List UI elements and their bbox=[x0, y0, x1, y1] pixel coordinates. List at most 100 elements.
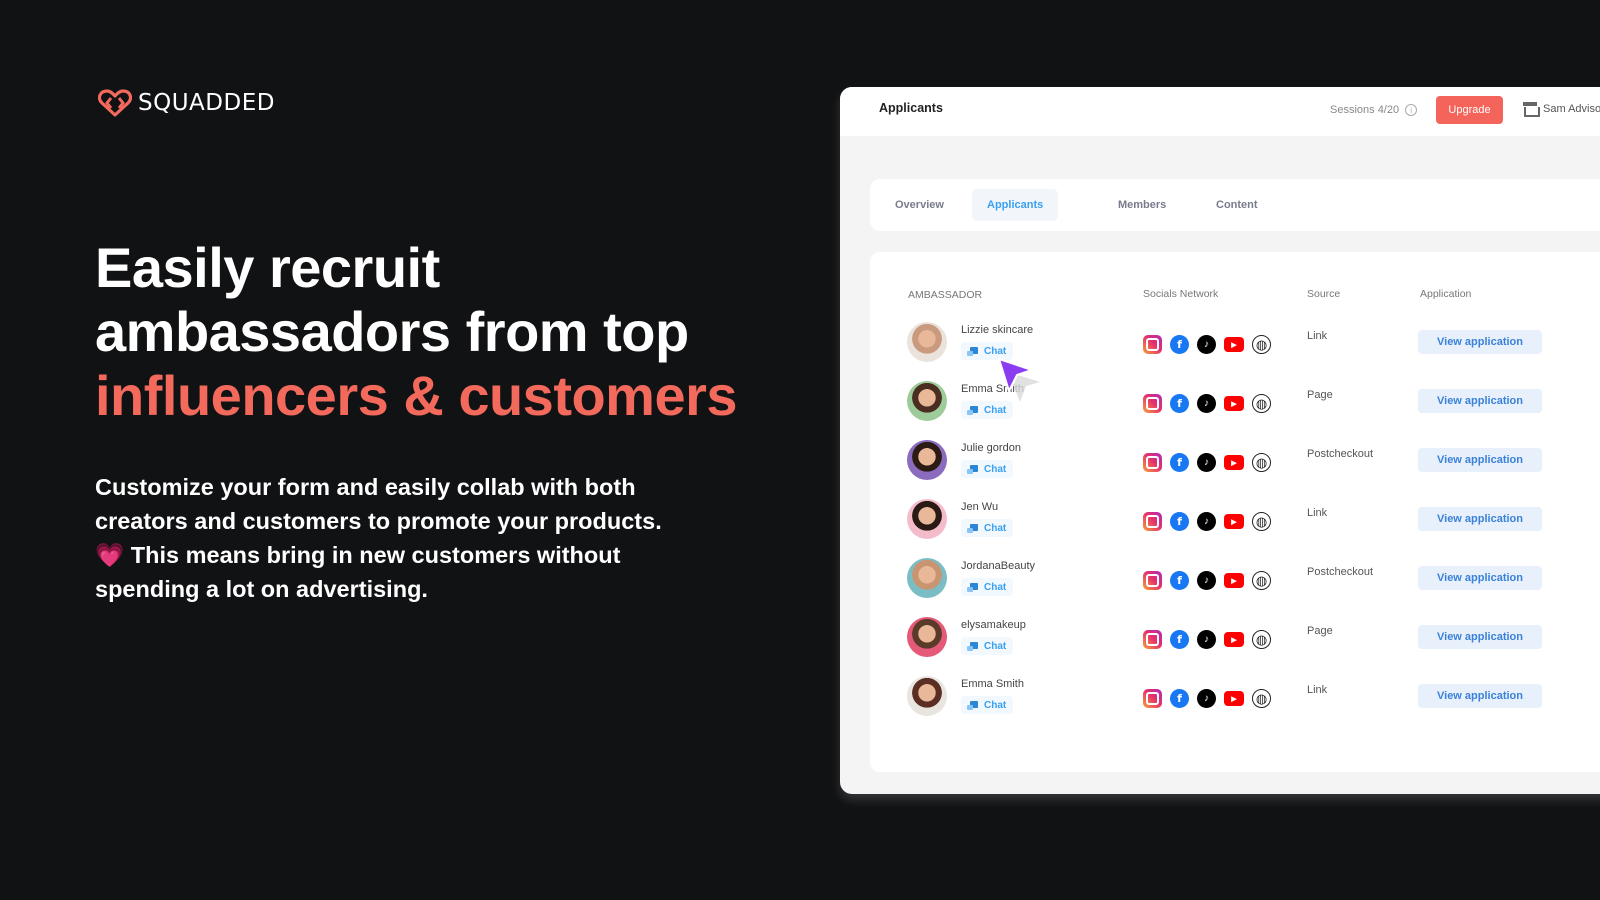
youtube-icon[interactable]: ▶ bbox=[1224, 396, 1244, 411]
table-row: Emma Smith Chat f ♪ ▶ ◍ Link View applicati… bbox=[870, 676, 1600, 735]
social-links: f ♪ ▶ ◍ bbox=[1143, 689, 1271, 708]
youtube-icon[interactable]: ▶ bbox=[1224, 573, 1244, 588]
ambassador-name: Jen Wu bbox=[961, 501, 999, 513]
view-application-button[interactable]: View application bbox=[1418, 684, 1542, 708]
facebook-icon[interactable]: f bbox=[1170, 630, 1189, 649]
chat-button[interactable]: Chat bbox=[961, 460, 1013, 478]
tiktok-icon[interactable]: ♪ bbox=[1197, 453, 1216, 472]
facebook-icon[interactable]: f bbox=[1170, 335, 1189, 354]
description-line-4: spending a lot on advertising. bbox=[95, 576, 428, 602]
table-row: Emma Smith Chat f ♪ ▶ ◍ Page View applicati… bbox=[870, 381, 1600, 440]
description-line-3: This means bring in new customers withou… bbox=[124, 542, 621, 568]
table-row: Julie gordon Chat f ♪ ▶ ◍ Postcheckout View… bbox=[870, 440, 1600, 499]
youtube-icon[interactable]: ▶ bbox=[1224, 455, 1244, 470]
avatar bbox=[907, 499, 947, 539]
ambassador-name: elysamakeup bbox=[961, 619, 1026, 631]
view-application-button[interactable]: View application bbox=[1418, 389, 1542, 413]
tiktok-icon[interactable]: ♪ bbox=[1197, 571, 1216, 590]
globe-icon[interactable]: ◍ bbox=[1252, 571, 1271, 590]
facebook-icon[interactable]: f bbox=[1170, 571, 1189, 590]
ambassador-name: Lizzie skincare bbox=[961, 324, 1034, 336]
youtube-icon[interactable]: ▶ bbox=[1224, 691, 1244, 706]
instagram-icon[interactable] bbox=[1143, 335, 1162, 354]
ambassador-name: JordanaBeauty bbox=[961, 560, 1035, 572]
description-line-2: creators and customers to promote your p… bbox=[95, 508, 662, 534]
view-application-button[interactable]: View application bbox=[1418, 625, 1542, 649]
avatar bbox=[907, 617, 947, 657]
source-value: Link bbox=[1307, 330, 1328, 342]
view-application-button[interactable]: View application bbox=[1418, 566, 1542, 590]
chat-icon bbox=[967, 346, 978, 356]
tiktok-icon[interactable]: ♪ bbox=[1197, 512, 1216, 531]
chat-button[interactable]: Chat bbox=[961, 578, 1013, 596]
instagram-icon[interactable] bbox=[1143, 394, 1162, 413]
avatar bbox=[907, 381, 947, 421]
chat-icon bbox=[967, 582, 978, 592]
view-application-button[interactable]: View application bbox=[1418, 507, 1542, 531]
facebook-icon[interactable]: f bbox=[1170, 453, 1189, 472]
social-links: f ♪ ▶ ◍ bbox=[1143, 453, 1271, 472]
upgrade-button[interactable]: Upgrade bbox=[1436, 96, 1503, 124]
tiktok-icon[interactable]: ♪ bbox=[1197, 689, 1216, 708]
instagram-icon[interactable] bbox=[1143, 630, 1162, 649]
tab-content[interactable]: Content bbox=[1201, 189, 1273, 221]
account-menu[interactable]: Sam Advisor bbox=[1523, 102, 1600, 117]
chat-icon bbox=[967, 405, 978, 415]
social-links: f ♪ ▶ ◍ bbox=[1143, 630, 1271, 649]
instagram-icon[interactable] bbox=[1143, 571, 1162, 590]
avatar bbox=[907, 440, 947, 480]
header-source: Source bbox=[1307, 288, 1341, 300]
source-value: Postcheckout bbox=[1307, 448, 1374, 460]
globe-icon[interactable]: ◍ bbox=[1252, 689, 1271, 708]
table-row: JordanaBeauty Chat f ♪ ▶ ◍ Postcheckout Vie… bbox=[870, 558, 1600, 617]
chat-label: Chat bbox=[984, 345, 1007, 357]
table-row: elysamakeup Chat f ♪ ▶ ◍ Page View applicat… bbox=[870, 617, 1600, 676]
header-application: Application bbox=[1420, 288, 1472, 300]
globe-icon[interactable]: ◍ bbox=[1252, 453, 1271, 472]
tiktok-icon[interactable]: ♪ bbox=[1197, 335, 1216, 354]
instagram-icon[interactable] bbox=[1143, 689, 1162, 708]
brand-logo: SQUADDED bbox=[98, 89, 275, 117]
globe-icon[interactable]: ◍ bbox=[1252, 630, 1271, 649]
chat-label: Chat bbox=[984, 463, 1007, 475]
view-application-button[interactable]: View application bbox=[1418, 448, 1542, 472]
source-value: Page bbox=[1307, 389, 1333, 401]
youtube-icon[interactable]: ▶ bbox=[1224, 632, 1244, 647]
youtube-icon[interactable]: ▶ bbox=[1224, 514, 1244, 529]
headline-line-1: Easily recruit bbox=[95, 236, 440, 299]
squadded-logo-icon bbox=[98, 89, 132, 117]
tab-applicants[interactable]: Applicants bbox=[972, 189, 1059, 221]
instagram-icon[interactable] bbox=[1143, 512, 1162, 531]
description-line-1: Customize your form and easily collab wi… bbox=[95, 474, 636, 500]
chat-button[interactable]: Chat bbox=[961, 637, 1013, 655]
sessions-text: Sessions 4/20 bbox=[1330, 104, 1400, 116]
chat-icon bbox=[967, 523, 978, 533]
header-ambassador: AMBASSADOR bbox=[908, 289, 983, 301]
chat-button[interactable]: Chat bbox=[961, 519, 1013, 537]
youtube-icon[interactable]: ▶ bbox=[1224, 337, 1244, 352]
source-value: Link bbox=[1307, 684, 1328, 696]
tab-overview[interactable]: Overview bbox=[880, 189, 959, 221]
page-title: Applicants bbox=[879, 101, 943, 115]
view-application-button[interactable]: View application bbox=[1418, 330, 1542, 354]
facebook-icon[interactable]: f bbox=[1170, 689, 1189, 708]
chat-label: Chat bbox=[984, 522, 1007, 534]
globe-icon[interactable]: ◍ bbox=[1252, 394, 1271, 413]
facebook-icon[interactable]: f bbox=[1170, 394, 1189, 413]
chat-label: Chat bbox=[984, 581, 1007, 593]
ambassador-name: Julie gordon bbox=[961, 442, 1021, 454]
tab-members[interactable]: Members bbox=[1103, 189, 1181, 221]
chat-icon bbox=[967, 464, 978, 474]
info-icon[interactable]: i bbox=[1405, 104, 1418, 116]
instagram-icon[interactable] bbox=[1143, 453, 1162, 472]
chat-icon bbox=[967, 641, 978, 651]
globe-icon[interactable]: ◍ bbox=[1252, 512, 1271, 531]
social-links: f ♪ ▶ ◍ bbox=[1143, 394, 1271, 413]
avatar bbox=[907, 676, 947, 716]
social-links: f ♪ ▶ ◍ bbox=[1143, 512, 1271, 531]
tiktok-icon[interactable]: ♪ bbox=[1197, 394, 1216, 413]
tiktok-icon[interactable]: ♪ bbox=[1197, 630, 1216, 649]
globe-icon[interactable]: ◍ bbox=[1252, 335, 1271, 354]
facebook-icon[interactable]: f bbox=[1170, 512, 1189, 531]
chat-button[interactable]: Chat bbox=[961, 696, 1013, 714]
